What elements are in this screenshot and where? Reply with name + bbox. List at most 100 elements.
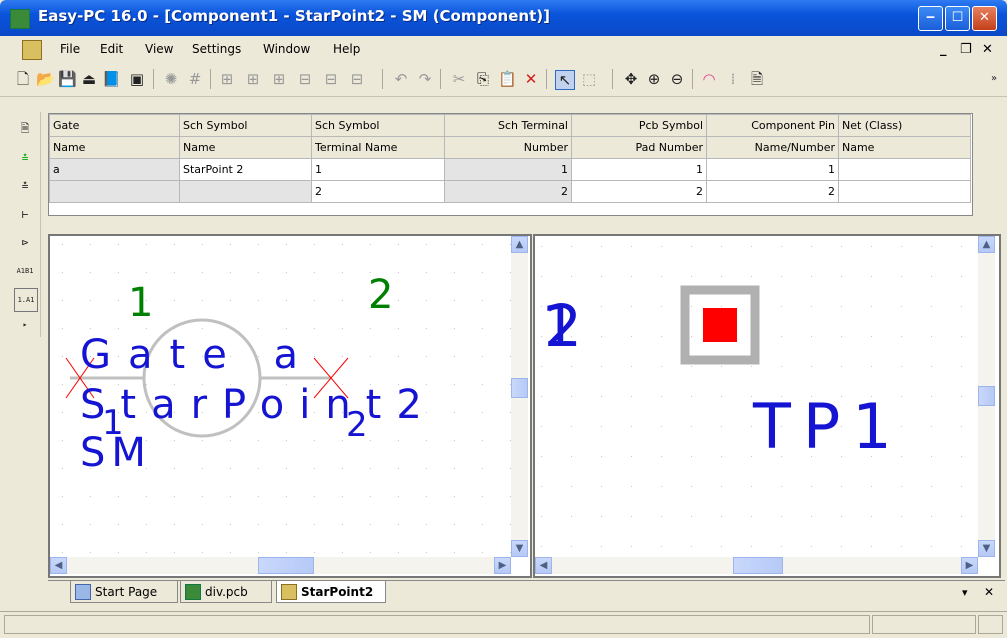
menu-edit[interactable]: Edit (100, 42, 123, 56)
header-cell[interactable]: Sch Symbol (311, 114, 445, 137)
scroll-right-button[interactable]: ▶ (494, 557, 511, 574)
pcb-vertical-scrollbar[interactable]: ▲ ▼ (978, 236, 995, 557)
delete-icon[interactable]: ✕ (522, 70, 540, 88)
scroll-thumb[interactable] (733, 557, 783, 574)
copy-icon[interactable]: ⎘ (474, 70, 492, 88)
zoom-in-icon[interactable]: ⊕ (645, 70, 663, 88)
title-bar[interactable]: Easy-PC 16.0 - [Component1 - StarPoint2 … (0, 0, 1007, 36)
align-middle-icon[interactable]: ⊟ (322, 70, 340, 88)
properties-tool-icon[interactable]: 🗎 (14, 118, 36, 140)
toolbar-overflow-icon[interactable]: » (985, 70, 1003, 88)
resize-grip-icon[interactable] (978, 615, 1003, 634)
header-cell[interactable]: Sch Terminal (444, 114, 572, 137)
header-cell[interactable]: Name (179, 136, 312, 159)
terminal-number-cell[interactable]: 1 (444, 158, 572, 181)
close-tab-icon[interactable]: ✕ (984, 585, 994, 599)
mdi-restore-button[interactable]: ❐ (960, 42, 972, 57)
header-cell[interactable]: Sch Symbol (179, 114, 312, 137)
mdi-minimize-button[interactable]: _ (940, 42, 947, 57)
scroll-left-button[interactable]: ◀ (50, 557, 67, 574)
tab-list-dropdown-icon[interactable]: ▾ (962, 586, 968, 599)
add-terminal-icon[interactable]: ⊢ (14, 204, 36, 226)
undo-icon[interactable]: ↶ (392, 70, 410, 88)
symbol-name-cell[interactable] (179, 180, 312, 203)
cut-icon[interactable]: ✂ (450, 70, 468, 88)
pcb-canvas[interactable]: 1 2 TP1 (535, 236, 978, 557)
zoom-out-icon[interactable]: ⊖ (668, 70, 686, 88)
properties-icon[interactable]: 🗎 (748, 70, 766, 88)
align-right-icon[interactable]: ⊞ (270, 70, 288, 88)
terminal-name-cell[interactable]: 1 (311, 158, 445, 181)
menu-settings[interactable]: Settings (192, 42, 241, 56)
redo-icon[interactable]: ↷ (416, 70, 434, 88)
table-row[interactable]: 2 2 2 2 (49, 180, 971, 203)
import-icon[interactable]: ⏏ (80, 70, 98, 88)
pad-number-cell[interactable]: 1 (571, 158, 707, 181)
terminal-name-cell[interactable]: 2 (311, 180, 445, 203)
schematic-horizontal-scrollbar[interactable]: ◀ ▶ (50, 557, 511, 574)
add-pins-icon[interactable]: ≛ (14, 176, 36, 198)
header-cell[interactable]: Pcb Symbol (571, 114, 707, 137)
paste-icon[interactable]: 📋 (498, 70, 517, 88)
gate-name-cell[interactable] (49, 180, 180, 203)
renumber-icon[interactable]: 1.A1 (14, 288, 38, 312)
menu-view[interactable]: View (145, 42, 173, 56)
grid-icon[interactable]: # (186, 70, 204, 88)
pan-icon[interactable]: ✥ (622, 70, 640, 88)
select-mode-icon[interactable]: ⬚ (580, 70, 598, 88)
symbol-name-cell[interactable]: StarPoint 2 (179, 158, 312, 181)
menu-help[interactable]: Help (333, 42, 360, 56)
net-name-cell[interactable] (838, 158, 971, 181)
header-cell[interactable]: Name/Number (706, 136, 839, 159)
scroll-thumb[interactable] (511, 378, 528, 398)
align-center-icon[interactable]: ⊞ (244, 70, 262, 88)
scroll-down-button[interactable]: ▼ (978, 540, 995, 557)
pcb-horizontal-scrollbar[interactable]: ◀ ▶ (535, 557, 978, 574)
scroll-down-button[interactable]: ▼ (511, 540, 528, 557)
table-row[interactable]: a StarPoint 2 1 1 1 1 (49, 158, 971, 181)
header-cell[interactable]: Net (Class) (838, 114, 971, 137)
scroll-left-button[interactable]: ◀ (535, 557, 552, 574)
pad-number-cell[interactable]: 2 (571, 180, 707, 203)
header-cell[interactable]: Terminal Name (311, 136, 445, 159)
align-left-icon[interactable]: ⊞ (218, 70, 236, 88)
tab-starpoint2[interactable]: StarPoint2 (276, 581, 386, 603)
colours-icon[interactable]: ◠ (700, 70, 718, 88)
schematic-canvas[interactable]: 1 2 Gate a StarPoint2 SM 1 2 (50, 236, 511, 557)
schematic-vertical-scrollbar[interactable]: ▲ ▼ (511, 236, 528, 557)
pin-name-cell[interactable]: 1 (706, 158, 839, 181)
header-cell[interactable]: Name (49, 136, 180, 159)
document-icon[interactable] (22, 40, 42, 60)
minimize-button[interactable]: ‒ (918, 6, 943, 31)
add-gate-icon[interactable]: ≛ (14, 148, 36, 170)
schematic-view[interactable]: 1 2 Gate a StarPoint2 SM 1 2 ▲ ▼ ◀ ▶ (48, 234, 532, 578)
align-bottom-icon[interactable]: ⊟ (348, 70, 366, 88)
rename-pins-icon[interactable]: A1B1 (14, 260, 36, 282)
terminal-number-cell[interactable]: 2 (444, 180, 572, 203)
scroll-up-button[interactable]: ▲ (978, 236, 995, 253)
scroll-up-button[interactable]: ▲ (511, 236, 528, 253)
header-cell[interactable]: Gate (49, 114, 180, 137)
close-button[interactable]: ✕ (972, 6, 997, 31)
new-icon[interactable]: 🗋 (14, 70, 32, 88)
header-cell[interactable]: Name (838, 136, 971, 159)
scroll-right-button[interactable]: ▶ (961, 557, 978, 574)
more-tools-icon[interactable]: ▸ (14, 314, 36, 336)
component-icon[interactable]: ✺ (162, 70, 180, 88)
maximize-button[interactable]: ☐ (945, 6, 970, 31)
scroll-thumb[interactable] (258, 557, 314, 574)
header-cell[interactable]: Component Pin (706, 114, 839, 137)
scroll-thumb[interactable] (978, 386, 995, 406)
pin-name-cell[interactable]: 2 (706, 180, 839, 203)
library-icon[interactable]: 📘 (102, 70, 121, 88)
pcb-view[interactable]: 1 2 TP1 ▲ ▼ ◀ ▶ (533, 234, 1001, 578)
grid-dots-icon[interactable]: ⁞ (724, 70, 742, 88)
align-top-icon[interactable]: ⊟ (296, 70, 314, 88)
tab-start-page[interactable]: Start Page (70, 581, 178, 603)
open-icon[interactable]: 📂 (36, 70, 55, 88)
save-icon[interactable]: 💾 (58, 70, 77, 88)
window-layout-icon[interactable]: ▣ (128, 70, 146, 88)
mdi-close-button[interactable]: ✕ (982, 42, 993, 57)
menu-window[interactable]: Window (263, 42, 310, 56)
header-cell[interactable]: Number (444, 136, 572, 159)
